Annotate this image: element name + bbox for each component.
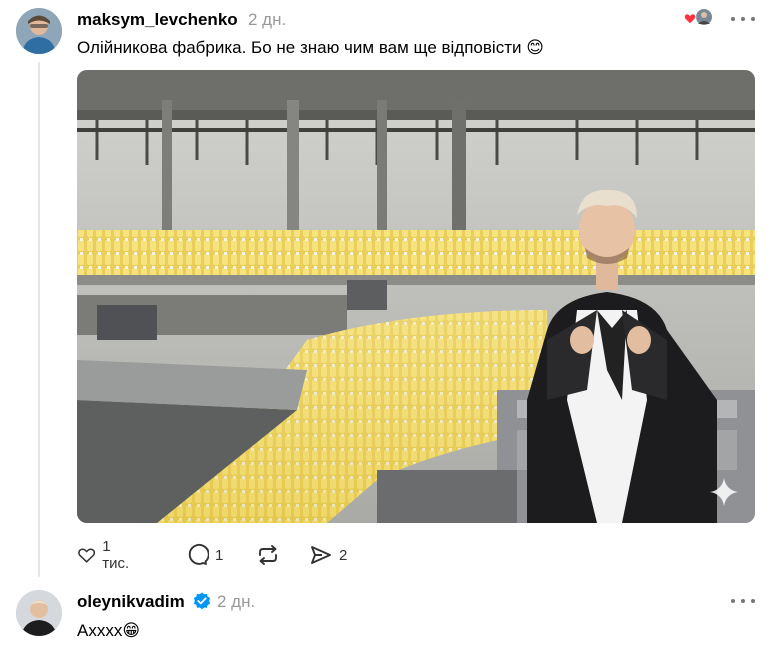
heart-icon: [78, 548, 96, 563]
smile-emoji: 😊: [526, 38, 544, 57]
post-time[interactable]: 2 дн.: [248, 10, 286, 30]
comment-icon: [188, 543, 209, 565]
post-text: Олійникова фабрика. Бо не знаю чим вам щ…: [77, 38, 544, 58]
repost-button[interactable]: [255, 540, 281, 570]
like-button[interactable]: 1 тис.: [77, 538, 134, 572]
reply-text: Ахххх😁: [77, 621, 140, 641]
grin-emoji: 😁: [122, 621, 141, 640]
like-count: 1 тис.: [102, 538, 130, 572]
avatar-maksym[interactable]: [16, 8, 62, 54]
more-icon[interactable]: [731, 14, 755, 24]
repost-icon: [259, 545, 277, 565]
more-icon[interactable]: [731, 596, 755, 606]
post-text-content: Олійникова фабрика. Бо не знаю чим вам щ…: [77, 38, 522, 57]
post-username[interactable]: maksym_levchenko: [77, 10, 238, 30]
verified-icon: [193, 592, 211, 610]
reaction-badge: [683, 8, 714, 28]
thread-line: [38, 62, 40, 577]
reply-count: 1: [215, 546, 224, 564]
share-count: 2: [339, 546, 348, 564]
share-button[interactable]: 2: [309, 540, 347, 570]
heart-icon: [683, 13, 697, 25]
reply-button[interactable]: 1: [185, 540, 223, 570]
reply-username[interactable]: oleynikvadim: [77, 592, 185, 612]
avatar-oleynikvadim[interactable]: [16, 590, 62, 636]
reply-text-content: Ахххх: [77, 621, 123, 640]
share-icon: [311, 546, 331, 564]
reply-time[interactable]: 2 дн.: [217, 592, 255, 612]
post-image[interactable]: [77, 70, 755, 523]
